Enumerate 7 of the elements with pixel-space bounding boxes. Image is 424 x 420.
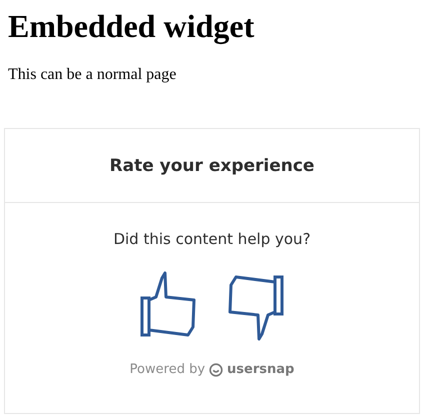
logo-icon [209, 362, 224, 376]
page-paragraph: This can be a normal page [8, 66, 178, 84]
widget-title: Rate your experience [110, 156, 314, 176]
widget-question: Did this content help you? [112, 230, 312, 248]
page-heading: Embedded widget [8, 8, 256, 45]
powered-by-label: Powered by [130, 362, 206, 377]
brand-name: usersnap [227, 362, 294, 377]
